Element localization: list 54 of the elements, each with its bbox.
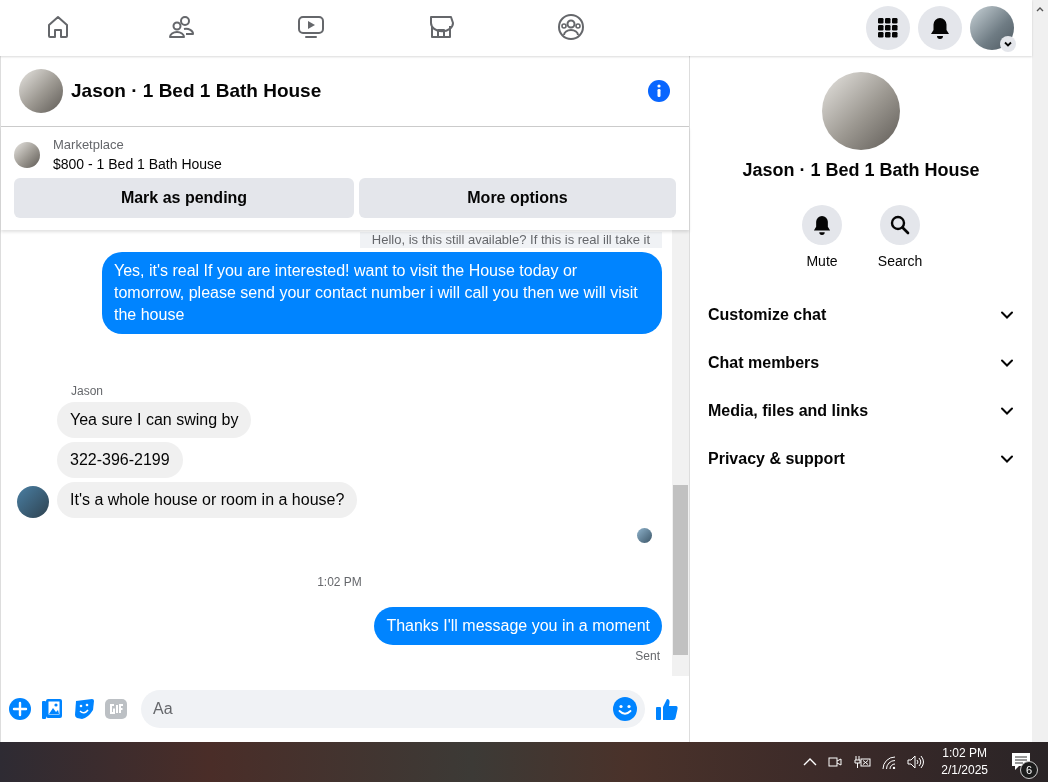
notification-count: 6 (1020, 761, 1038, 779)
avatar (17, 486, 49, 518)
message-bubble: Yes, it's real If you are interested! want to visit the House today or tomorrow, please send your contact number i will call you then we will visit the house (102, 252, 662, 334)
photo-icon[interactable] (41, 698, 63, 720)
shop-icon[interactable] (427, 13, 455, 40)
sender-name: Jason (71, 384, 105, 398)
more-options-button[interactable]: More options (359, 178, 676, 218)
message-status: Sent (635, 649, 660, 663)
menu-button[interactable] (866, 6, 910, 50)
video-icon[interactable] (297, 13, 325, 40)
message-bubble: Hello, is this still available? If this is real ill take it (359, 232, 662, 248)
bell-icon (813, 215, 831, 235)
chat-name: Jason · 1 Bed 1 Bath House (742, 160, 980, 181)
camera-icon[interactable] (827, 754, 844, 770)
section-toggle[interactable]: Media, files and links (698, 387, 1024, 435)
emoji-icon[interactable] (613, 697, 637, 721)
page-scrollbar[interactable] (1032, 0, 1048, 742)
search-button[interactable]: Search (870, 205, 930, 269)
listing-photo (19, 69, 63, 113)
mute-button[interactable]: Mute (792, 205, 852, 269)
search-icon (890, 215, 910, 235)
mark-pending-button[interactable]: Mark as pending (14, 178, 354, 218)
message-input[interactable]: Aa (141, 690, 645, 728)
home-icon[interactable] (45, 13, 71, 40)
listing-thumbnail (14, 141, 40, 168)
listing-title: $800 - 1 Bed 1 Bath House (53, 156, 222, 172)
section-toggle[interactable]: Privacy & support (698, 435, 1024, 483)
sticker-icon[interactable] (73, 698, 95, 720)
caret-icon (1000, 36, 1016, 52)
section-toggle[interactable]: Chat members (698, 339, 1024, 387)
chevron-up-icon[interactable] (803, 757, 818, 767)
scrollbar[interactable] (672, 230, 689, 676)
section-toggle[interactable]: Customize chat (698, 291, 1024, 339)
info-icon[interactable] (647, 79, 671, 103)
bell-icon (930, 17, 950, 39)
notifications-button[interactable] (918, 6, 962, 50)
chat-title: Jason · 1 Bed 1 Bath House (71, 80, 323, 102)
seen-avatar (637, 528, 652, 543)
timestamp: 1:02 PM (317, 575, 362, 589)
message-bubble: It's a whole house or room in a house? (57, 482, 358, 518)
groups-icon[interactable] (557, 12, 585, 41)
plus-icon[interactable] (9, 698, 31, 720)
profile-avatar[interactable] (970, 6, 1014, 50)
message-bubble: Thanks I'll message you in a moment (374, 607, 662, 645)
message-bubble: 322-396-2199 (57, 442, 183, 478)
listing-source: Marketplace (53, 137, 125, 152)
notification-button[interactable]: 6 (1006, 747, 1036, 777)
friends-icon[interactable] (167, 13, 195, 40)
speaker-icon[interactable] (907, 755, 926, 769)
message-bubble: Yea sure I can swing by (57, 402, 252, 438)
thumbs-up-icon[interactable] (655, 697, 679, 721)
clock[interactable]: 1:02 PM 2/1/2025 (941, 745, 988, 779)
wifi-icon[interactable] (881, 755, 898, 769)
grid-icon (878, 18, 898, 38)
